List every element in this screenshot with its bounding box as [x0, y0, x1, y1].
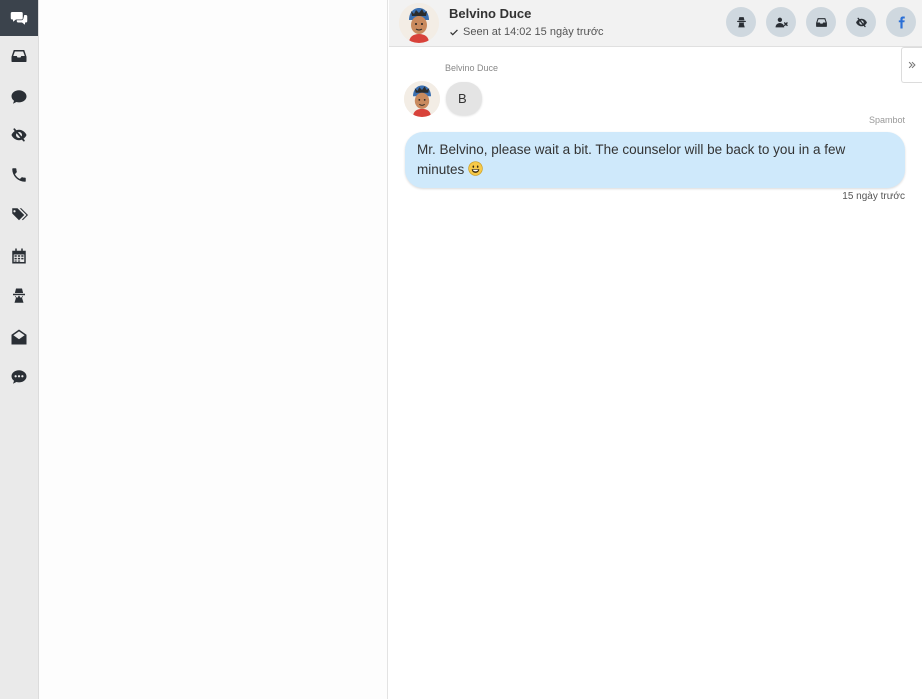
sidebar-item-inbox[interactable] [0, 38, 38, 74]
sidebar-item-mail[interactable] [0, 319, 38, 355]
double-chevron-right-icon [908, 61, 916, 69]
sidebar-item-spy[interactable] [0, 278, 38, 314]
sidebar-item-chat[interactable] [0, 359, 38, 395]
avatar[interactable] [404, 81, 440, 117]
app-window: 1 2 3 4 5 6 7 8 9 10 Belvino Duce [0, 0, 922, 699]
check-icon [450, 29, 458, 36]
spy-icon [736, 16, 746, 27]
facebook-icon [898, 16, 905, 28]
sidebar-rail [0, 0, 39, 699]
inbox-icon [11, 50, 27, 62]
sidebar-item-hidden[interactable] [0, 117, 38, 153]
chat-header: Belvino Duce Seen at 14:02 15 ngày trước [389, 0, 922, 47]
contact-name: Belvino Duce [449, 6, 532, 21]
message-timestamp: 15 ngày trước [842, 191, 905, 202]
inbox-icon [815, 17, 827, 27]
chat-panel: Belvino Duce Seen at 14:02 15 ngày trước [389, 0, 922, 699]
comments-icon [10, 12, 28, 25]
sidebar-item-calendar[interactable] [0, 238, 38, 274]
avatar-illustration-icon [399, 3, 439, 43]
comment-icon [11, 90, 27, 104]
sidebar-item-calls[interactable] [0, 157, 38, 193]
calendar-icon [12, 248, 26, 264]
message-text: B [458, 91, 467, 106]
hide-button[interactable] [846, 7, 876, 37]
inbox-button[interactable] [806, 7, 836, 37]
incoming-message-bubble[interactable]: B [446, 82, 482, 115]
outgoing-message-bubble[interactable]: Mr. Belvino, please wait a bit. The coun… [405, 132, 905, 188]
sidebar-item-messages[interactable] [0, 79, 38, 115]
user-times-icon [775, 17, 788, 27]
remove-user-button[interactable] [766, 7, 796, 37]
avatar[interactable] [399, 3, 439, 43]
eye-slash-icon [11, 128, 27, 142]
message-sender-name: Spambot [868, 115, 905, 125]
facebook-button[interactable] [886, 7, 916, 37]
sidebar-item-tags[interactable] [0, 197, 38, 233]
phone-icon [12, 168, 26, 182]
sidebar-item-conversations[interactable] [0, 0, 38, 36]
eye-slash-icon [855, 17, 867, 27]
envelope-open-icon [11, 329, 27, 345]
message-sender-name: Belvino Duce [445, 63, 499, 73]
seen-text: Seen at 14:02 15 ngày trước [463, 26, 604, 38]
collapse-panel-button[interactable] [901, 47, 922, 83]
smiley-emoji-icon [468, 161, 483, 176]
avatar-illustration-icon [404, 81, 440, 117]
spy-icon [13, 288, 25, 303]
spy-button[interactable] [726, 7, 756, 37]
conversation-list [39, 0, 388, 699]
tags-icon [11, 208, 28, 221]
commenting-icon [11, 370, 27, 384]
seen-status: Seen at 14:02 15 ngày trước [449, 26, 604, 38]
